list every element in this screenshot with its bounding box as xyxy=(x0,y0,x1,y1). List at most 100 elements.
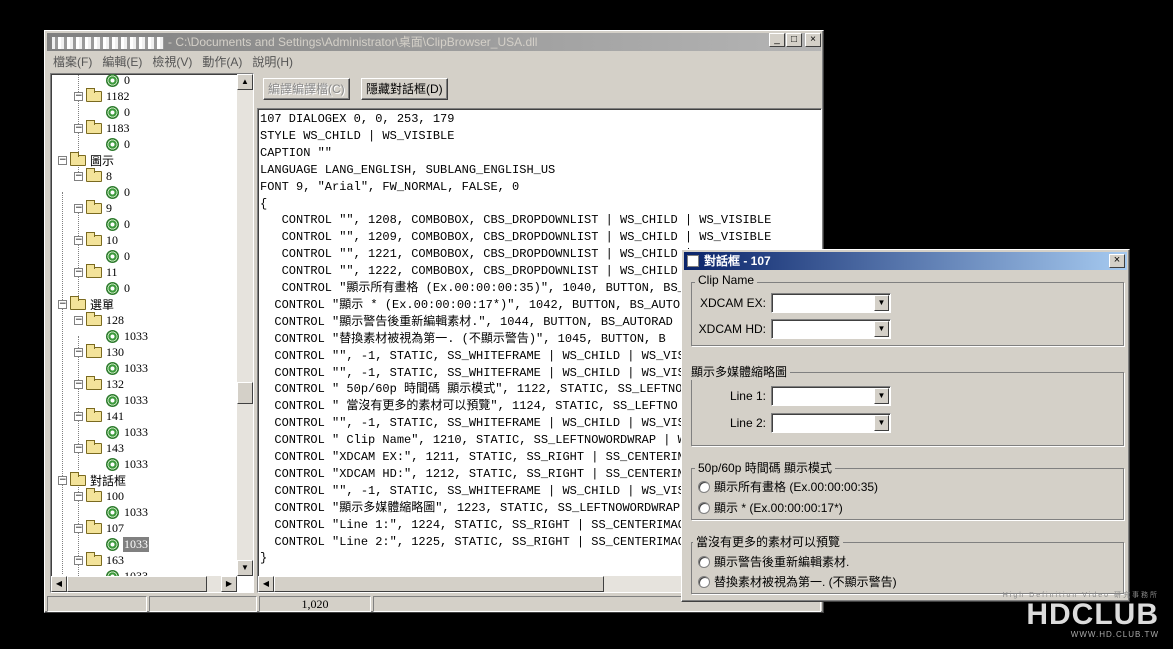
tree-horizontal-scrollbar[interactable]: ◀ ▶ xyxy=(51,576,237,592)
dropdown-arrow-icon[interactable]: ▼ xyxy=(874,415,889,431)
scroll-thumb[interactable] xyxy=(67,576,207,592)
tree-item[interactable]: −163 xyxy=(74,551,125,568)
xdcam-ex-dropdown[interactable]: ▼ xyxy=(771,293,891,313)
radio-icon[interactable] xyxy=(698,575,710,588)
tc-show-all-frames-radio[interactable]: 顯示所有畫格 (Ex.00:00:00:35) xyxy=(698,478,878,495)
tree-item[interactable]: −100 xyxy=(74,487,125,504)
scroll-thumb[interactable] xyxy=(237,382,253,404)
tree-item[interactable]: − 圖示 xyxy=(58,151,115,168)
menu-edit[interactable]: 編輯(E) xyxy=(98,53,148,71)
close-button[interactable]: × xyxy=(805,33,821,47)
tree-item[interactable]: 1033 xyxy=(106,328,149,344)
tree-item[interactable]: −9 xyxy=(74,199,113,216)
menu-help[interactable]: 說明(H) xyxy=(248,53,299,71)
folder-icon xyxy=(86,167,102,182)
collapse-icon[interactable]: − xyxy=(74,235,83,245)
dropdown-arrow-icon[interactable]: ▼ xyxy=(874,321,889,337)
dialog-title-bar[interactable]: 對話框 - 107 × xyxy=(684,252,1127,270)
scroll-left-arrow-icon[interactable]: ◀ xyxy=(258,576,274,592)
tree-item[interactable]: 1033 xyxy=(106,424,149,440)
dialog-close-button[interactable]: × xyxy=(1109,254,1125,268)
scroll-up-arrow-icon[interactable]: ▲ xyxy=(237,74,253,90)
maximize-button[interactable]: □ xyxy=(786,33,802,47)
tree-item[interactable]: 1033 xyxy=(106,504,149,520)
tree-item[interactable]: − 選單 xyxy=(58,295,115,312)
collapse-icon[interactable]: − xyxy=(74,523,83,533)
tree-item[interactable]: −10 xyxy=(74,231,119,248)
tree-item[interactable]: −1182 xyxy=(74,87,131,104)
resource-tree[interactable]: 0 −1182 0 −1183 0 − 圖示 −8 0 −9 0 −10 0 −1… xyxy=(50,73,254,593)
tree-vertical-scrollbar[interactable]: ▲ ▼ xyxy=(237,74,253,576)
tree-item[interactable]: 0 xyxy=(106,136,131,152)
tree-item[interactable]: −130 xyxy=(74,343,125,360)
collapse-icon[interactable]: − xyxy=(74,315,83,325)
xdcam-hd-dropdown[interactable]: ▼ xyxy=(771,319,891,339)
collapse-icon[interactable]: − xyxy=(74,91,83,101)
resource-gear-icon xyxy=(106,74,119,87)
menu-action[interactable]: 動作(A) xyxy=(198,53,248,71)
radio-icon[interactable] xyxy=(698,555,710,568)
scroll-thumb[interactable] xyxy=(274,576,604,592)
tree-item[interactable]: 0 xyxy=(106,184,131,200)
collapse-icon[interactable]: − xyxy=(74,443,83,453)
dropdown-arrow-icon[interactable]: ▼ xyxy=(874,388,889,404)
collapse-icon[interactable]: − xyxy=(74,123,83,133)
hdclub-watermark: High Definition Video 研究事務所 HDCLUB WWW.H… xyxy=(1003,590,1159,639)
collapse-icon[interactable]: − xyxy=(58,475,67,485)
tree-item[interactable]: 1033 xyxy=(106,456,149,472)
collapse-icon[interactable]: − xyxy=(74,203,83,213)
tree-item[interactable]: 0 xyxy=(106,216,131,232)
code-line: { xyxy=(260,196,268,211)
tree-item[interactable]: −8 xyxy=(74,167,113,184)
minimize-button[interactable]: _ xyxy=(769,33,785,47)
title-bar[interactable]: - C:\Documents and Settings\Administrato… xyxy=(47,33,821,51)
status-position: 1,020 xyxy=(259,596,371,612)
line1-dropdown[interactable]: ▼ xyxy=(771,386,891,406)
tree-item[interactable]: 1033 xyxy=(106,360,149,376)
tree-item[interactable]: −128 xyxy=(74,311,125,328)
tree-item[interactable]: 0 xyxy=(106,74,131,88)
line2-dropdown[interactable]: ▼ xyxy=(771,413,891,433)
tree-item[interactable]: 1033 xyxy=(106,568,149,576)
tree-item[interactable]: −107 xyxy=(74,519,125,536)
radio-icon[interactable] xyxy=(698,480,710,493)
tc-show-asterisk-radio[interactable]: 顯示 * (Ex.00:00:00:17*) xyxy=(698,499,843,516)
menu-file[interactable]: 檔案(F) xyxy=(49,53,98,71)
tree-item-selected[interactable]: 1033 xyxy=(106,536,149,552)
collapse-icon[interactable]: − xyxy=(74,171,83,181)
folder-icon xyxy=(86,487,102,502)
dropdown-arrow-icon[interactable]: ▼ xyxy=(874,295,889,311)
tree-item[interactable]: 0 xyxy=(106,248,131,264)
scroll-down-arrow-icon[interactable]: ▼ xyxy=(237,560,253,576)
code-line: CONTROL "顯示警告後重新編輯素材.", 1044, BUTTON, BS… xyxy=(260,314,673,329)
collapse-icon[interactable]: − xyxy=(74,347,83,357)
collapse-icon[interactable]: − xyxy=(74,411,83,421)
folder-icon xyxy=(86,519,102,534)
code-line: CONTROL "XDCAM EX:", 1211, STATIC, SS_RI… xyxy=(260,450,693,464)
collapse-icon[interactable]: − xyxy=(74,555,83,565)
collapse-icon[interactable]: − xyxy=(74,491,83,501)
tree-item[interactable]: −132 xyxy=(74,375,125,392)
menu-view[interactable]: 檢視(V) xyxy=(148,53,198,71)
scroll-left-arrow-icon[interactable]: ◀ xyxy=(51,576,67,592)
scroll-right-arrow-icon[interactable]: ▶ xyxy=(221,576,237,592)
code-line: 107 DIALOGEX 0, 0, 253, 179 xyxy=(260,112,455,126)
tree-item[interactable]: −11 xyxy=(74,263,119,280)
collapse-icon[interactable]: − xyxy=(74,379,83,389)
tree-item[interactable]: −143 xyxy=(74,439,125,456)
preview-replace-radio[interactable]: 替換素材被視為第一. (不顯示警告) xyxy=(698,573,897,590)
tree-item[interactable]: −1183 xyxy=(74,119,131,136)
tree-item[interactable]: − 對話框 xyxy=(58,471,127,488)
radio-icon[interactable] xyxy=(698,501,710,514)
tree-item[interactable]: −141 xyxy=(74,407,125,424)
tree-item[interactable]: 0 xyxy=(106,280,131,296)
tree-item[interactable]: 1033 xyxy=(106,392,149,408)
compile-button[interactable]: 編譯編譯檔(C) xyxy=(263,78,350,100)
collapse-icon[interactable]: − xyxy=(58,155,67,165)
collapse-icon[interactable]: − xyxy=(58,299,67,309)
tree-item[interactable]: 0 xyxy=(106,104,131,120)
preview-warn-radio[interactable]: 顯示警告後重新編輯素材. xyxy=(698,553,849,570)
collapse-icon[interactable]: − xyxy=(74,267,83,277)
resource-gear-icon xyxy=(106,185,119,199)
hide-dialog-button[interactable]: 隱藏對話框(D) xyxy=(361,78,448,100)
